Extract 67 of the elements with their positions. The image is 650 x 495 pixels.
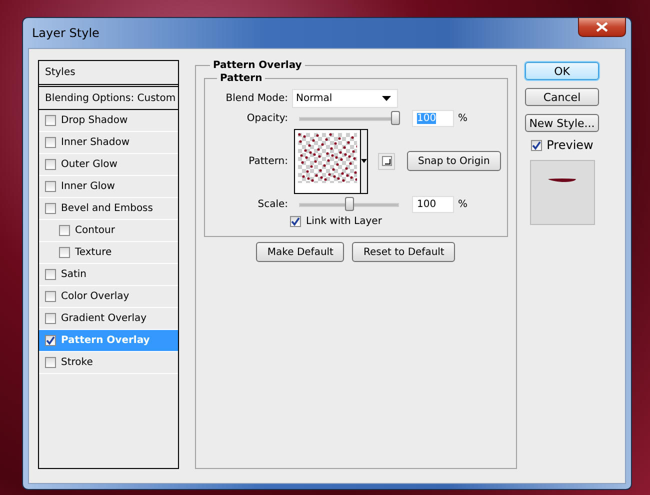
window-title: Layer Style bbox=[32, 26, 100, 40]
item-label: Bevel and Emboss bbox=[61, 203, 153, 214]
snap-to-origin-button[interactable]: Snap to Origin bbox=[407, 151, 501, 171]
checkbox[interactable] bbox=[45, 269, 56, 280]
blend-mode-label: Blend Mode: bbox=[224, 92, 289, 104]
list-item[interactable]: Styles bbox=[39, 61, 178, 87]
unit-label: % bbox=[458, 198, 468, 210]
item-label: Pattern Overlay bbox=[61, 335, 150, 346]
scale-field[interactable]: 100 bbox=[412, 196, 454, 212]
checkbox[interactable] bbox=[45, 203, 56, 214]
stroke-mark-icon bbox=[547, 177, 577, 183]
blend-mode-dropdown[interactable]: Normal bbox=[292, 88, 398, 108]
item-label: Gradient Overlay bbox=[61, 313, 147, 324]
pattern-label: Pattern: bbox=[248, 156, 289, 166]
page-corner-icon bbox=[382, 156, 392, 166]
checkbox[interactable] bbox=[45, 115, 56, 126]
list-item[interactable]: Outer Glow bbox=[39, 154, 178, 176]
list-item[interactable]: Bevel and Emboss bbox=[39, 198, 178, 220]
list-item[interactable]: Inner Glow bbox=[39, 176, 178, 198]
list-item[interactable]: Satin bbox=[39, 264, 178, 286]
pattern-picker[interactable] bbox=[294, 128, 368, 194]
item-label: Contour bbox=[75, 225, 115, 236]
checkbox[interactable] bbox=[290, 216, 301, 226]
item-label: Inner Shadow bbox=[61, 137, 130, 148]
new-preset-button[interactable] bbox=[378, 152, 395, 170]
checkbox[interactable] bbox=[530, 140, 542, 150]
checkbox[interactable] bbox=[45, 335, 56, 346]
link-with-layer-label: Link with Layer bbox=[306, 216, 382, 226]
preview-label: Preview bbox=[546, 138, 594, 152]
group-title: Pattern bbox=[219, 73, 264, 84]
checkbox[interactable] bbox=[45, 137, 56, 148]
list-item[interactable]: Stroke bbox=[39, 352, 178, 374]
caret-icon bbox=[382, 96, 391, 100]
checkbox[interactable] bbox=[45, 357, 56, 368]
item-label: Color Overlay bbox=[61, 291, 130, 302]
item-label: Texture bbox=[75, 247, 112, 258]
close-icon bbox=[596, 22, 608, 32]
item-label: Drop Shadow bbox=[61, 115, 128, 126]
opacity-label: Opacity: bbox=[246, 112, 289, 124]
item-label: Satin bbox=[61, 269, 87, 280]
opacity-slider-thumb[interactable] bbox=[391, 111, 400, 125]
close-button[interactable] bbox=[578, 18, 626, 37]
list-item[interactable]: Drop Shadow bbox=[39, 110, 178, 132]
checkbox[interactable] bbox=[59, 247, 70, 258]
list-item[interactable]: Blending Options: Custom bbox=[39, 87, 178, 110]
unit-label: % bbox=[458, 112, 468, 124]
dialog-button[interactable]: Cancel bbox=[525, 88, 599, 106]
list-item[interactable]: Texture bbox=[39, 242, 178, 264]
dialog-button[interactable]: OK bbox=[525, 62, 599, 80]
checkbox[interactable] bbox=[59, 225, 70, 236]
dialog-button[interactable]: Reset to Default bbox=[352, 242, 456, 262]
list-item[interactable]: Color Overlay bbox=[39, 286, 178, 308]
item-label: Stroke bbox=[61, 357, 93, 368]
scale-slider-thumb[interactable] bbox=[344, 197, 354, 211]
caret-icon bbox=[361, 159, 367, 163]
item-label: Outer Glow bbox=[61, 159, 118, 170]
dialog-button[interactable]: Make Default bbox=[256, 242, 344, 262]
list-item[interactable]: Inner Shadow bbox=[39, 132, 178, 154]
scale-label: Scale: bbox=[256, 198, 289, 210]
section-title: Pattern Overlay bbox=[212, 60, 303, 71]
list-item[interactable]: Contour bbox=[39, 220, 178, 242]
checkbox[interactable] bbox=[45, 313, 56, 324]
checkbox[interactable] bbox=[45, 159, 56, 170]
item-label: Inner Glow bbox=[61, 181, 115, 192]
checkbox[interactable] bbox=[45, 181, 56, 192]
dialog-button[interactable]: New Style... bbox=[525, 114, 599, 132]
checkbox[interactable] bbox=[45, 291, 56, 302]
